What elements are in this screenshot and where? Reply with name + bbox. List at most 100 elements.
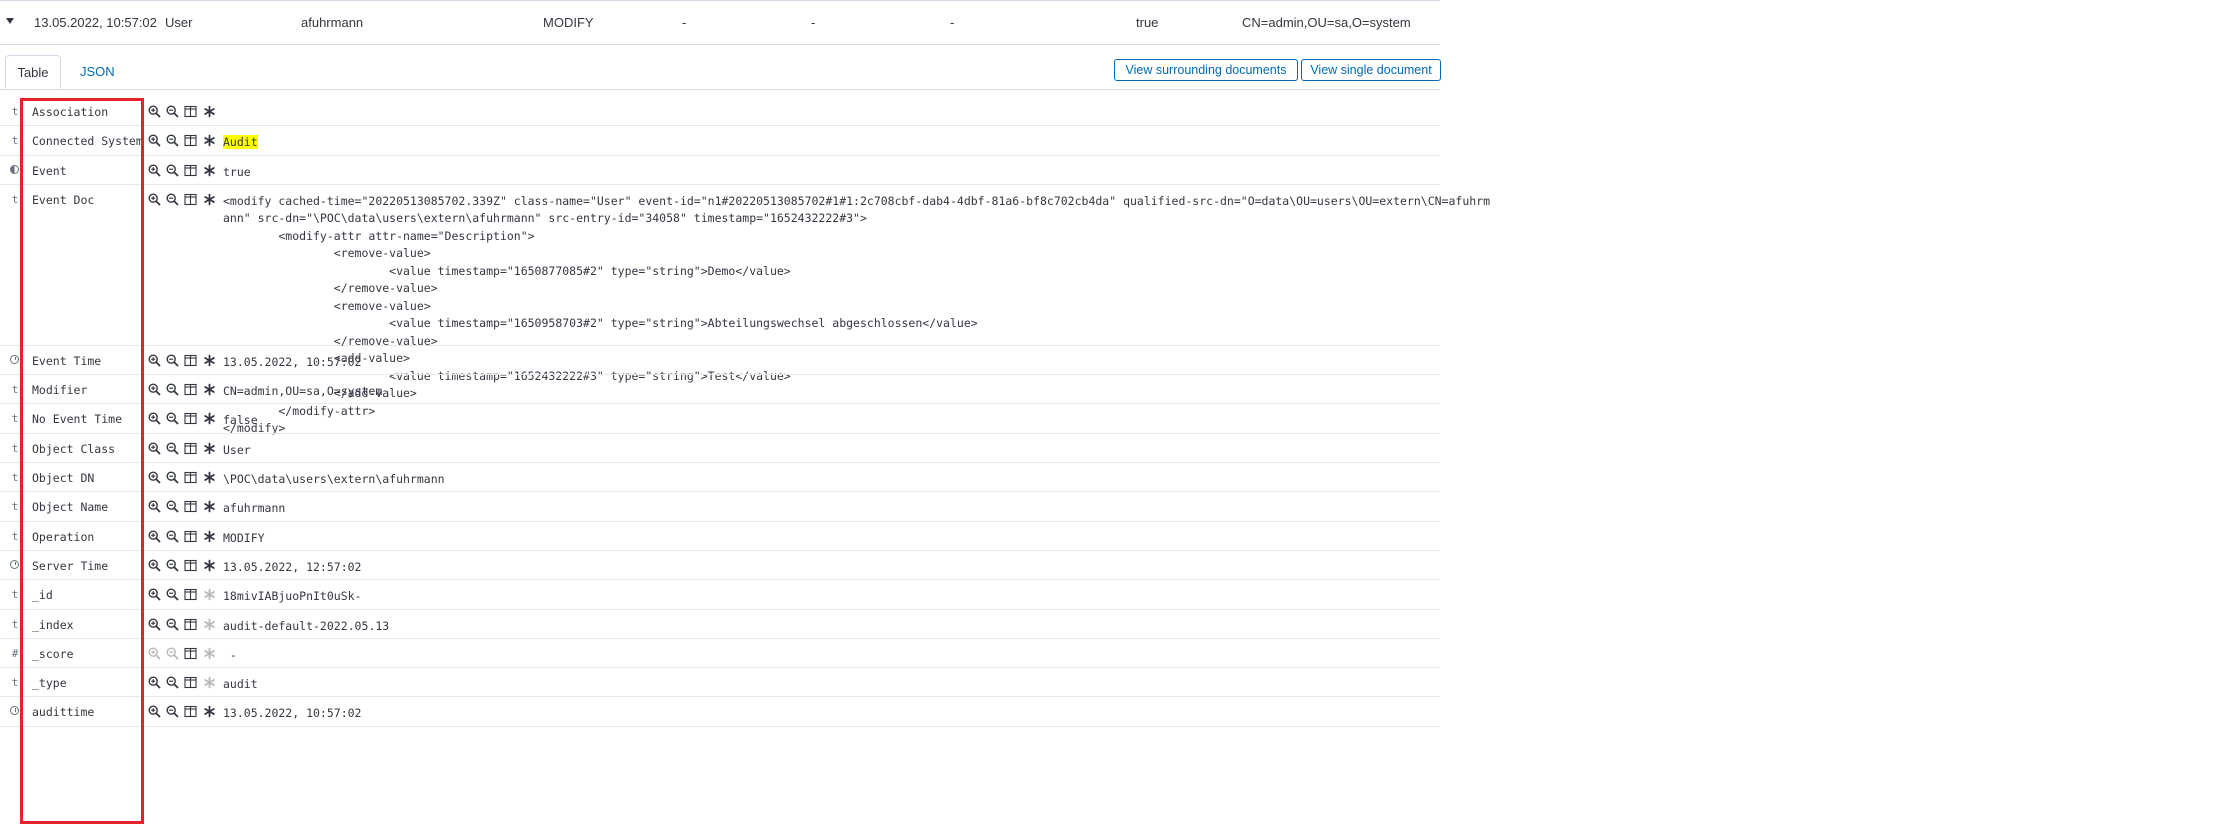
filter-for-value-icon[interactable] [148,412,161,425]
filter-exists-icon[interactable] [203,442,216,455]
filter-for-value-icon[interactable] [148,618,161,631]
toggle-column-icon[interactable] [184,412,197,425]
field-row: t Association [0,97,1440,127]
field-table: t Association t Connected System Audit Event t… [0,97,1490,727]
toggle-column-icon[interactable] [184,559,197,572]
toggle-column-icon[interactable] [184,676,197,689]
view-single-document-button[interactable]: View single document [1301,59,1441,81]
string-type-icon: t [11,105,19,118]
field-row: t Connected System Audit [0,126,1440,156]
filter-out-value-icon[interactable] [166,164,179,177]
filter-for-value-icon[interactable] [148,442,161,455]
tab-json[interactable]: JSON [72,55,123,89]
filter-for-value-icon[interactable] [148,647,161,660]
toggle-column-icon[interactable] [184,705,197,718]
filter-out-value-icon[interactable] [166,471,179,484]
string-type-icon: t [11,529,19,543]
filter-for-value-icon[interactable] [148,134,161,147]
document-summary-row[interactable]: 13.05.2022, 10:57:02 User afuhrmann MODI… [0,0,1440,45]
toggle-column-icon[interactable] [184,134,197,147]
toggle-column-icon[interactable] [184,193,197,206]
view-surrounding-documents-button[interactable]: View surrounding documents [1114,59,1298,81]
filter-exists-icon[interactable] [203,471,216,484]
filter-for-value-icon[interactable] [148,383,161,396]
filter-for-value-icon[interactable] [148,500,161,513]
field-row: t Object Name afuhrmann [0,492,1440,522]
field-name: Event Time [32,353,102,368]
filter-for-value-icon[interactable] [148,105,161,118]
tab-table[interactable]: Table [5,55,61,89]
toggle-column-icon[interactable] [184,471,197,484]
filter-out-value-icon[interactable] [166,354,179,367]
filter-exists-icon[interactable] [203,647,216,660]
filter-for-value-icon[interactable] [148,193,161,206]
string-type-icon: t [11,500,19,514]
field-value: afuhrmann [223,501,286,516]
filter-for-value-icon[interactable] [148,705,161,718]
field-row: t No Event Time false [0,404,1440,434]
field-value: - [223,647,237,662]
filter-exists-icon[interactable] [203,134,216,147]
toggle-column-icon[interactable] [184,442,197,455]
toggle-column-icon[interactable] [184,383,197,396]
highlighted-value: Audit [223,135,258,150]
filter-for-value-icon[interactable] [148,530,161,543]
filter-exists-icon[interactable] [203,500,216,513]
field-row: t Modifier CN=admin,OU=sa,O=system [0,375,1440,405]
filter-exists-icon[interactable] [203,383,216,396]
field-name: _type [32,676,67,691]
filter-exists-icon[interactable] [203,676,216,689]
field-value: 13.05.2022, 10:57:02 [223,706,362,721]
filter-out-value-icon[interactable] [166,134,179,147]
filter-out-value-icon[interactable] [166,500,179,513]
filter-for-value-icon[interactable] [148,471,161,484]
field-value: audit-default-2022.05.13 [223,618,390,633]
filter-for-value-icon[interactable] [148,164,161,177]
field-name: Object Name [32,500,109,515]
string-type-icon: t [11,676,19,690]
toggle-column-icon[interactable] [184,500,197,513]
filter-out-value-icon[interactable] [166,705,179,718]
collapse-caret-icon[interactable] [6,18,14,24]
toggle-column-icon[interactable] [184,164,197,177]
filter-out-value-icon[interactable] [166,588,179,601]
filter-exists-icon[interactable] [203,705,216,718]
filter-exists-icon[interactable] [203,588,216,601]
date-type-icon [10,354,19,364]
filter-out-value-icon[interactable] [166,412,179,425]
filter-exists-icon[interactable] [203,354,216,367]
field-row: Server Time 13.05.2022, 12:57:02 [0,551,1440,581]
filter-out-value-icon[interactable] [166,559,179,572]
toggle-column-icon[interactable] [184,354,197,367]
filter-for-value-icon[interactable] [148,588,161,601]
toggle-column-icon[interactable] [184,647,197,660]
field-value: false [223,413,258,428]
filter-for-value-icon[interactable] [148,559,161,572]
filter-for-value-icon[interactable] [148,354,161,367]
toggle-column-icon[interactable] [184,530,197,543]
filter-out-value-icon[interactable] [166,676,179,689]
filter-exists-icon[interactable] [203,530,216,543]
summary-modifier: CN=admin,OU=sa,O=system [1242,15,1411,30]
filter-exists-icon[interactable] [203,105,216,118]
summary-event: true [1136,15,1159,30]
filter-exists-icon[interactable] [203,164,216,177]
filter-out-value-icon[interactable] [166,105,179,118]
summary-dash-3: - [950,15,955,30]
toggle-column-icon[interactable] [184,105,197,118]
filter-exists-icon[interactable] [203,412,216,425]
filter-out-value-icon[interactable] [166,647,179,660]
toggle-column-icon[interactable] [184,588,197,601]
filter-for-value-icon[interactable] [148,676,161,689]
filter-out-value-icon[interactable] [166,442,179,455]
summary-object-name: afuhrmann [301,15,364,30]
filter-out-value-icon[interactable] [166,530,179,543]
summary-time: 13.05.2022, 10:57:02 [34,15,157,30]
filter-out-value-icon[interactable] [166,193,179,206]
filter-exists-icon[interactable] [203,193,216,206]
toggle-column-icon[interactable] [184,618,197,631]
filter-exists-icon[interactable] [203,618,216,631]
filter-out-value-icon[interactable] [166,618,179,631]
filter-out-value-icon[interactable] [166,383,179,396]
filter-exists-icon[interactable] [203,559,216,572]
